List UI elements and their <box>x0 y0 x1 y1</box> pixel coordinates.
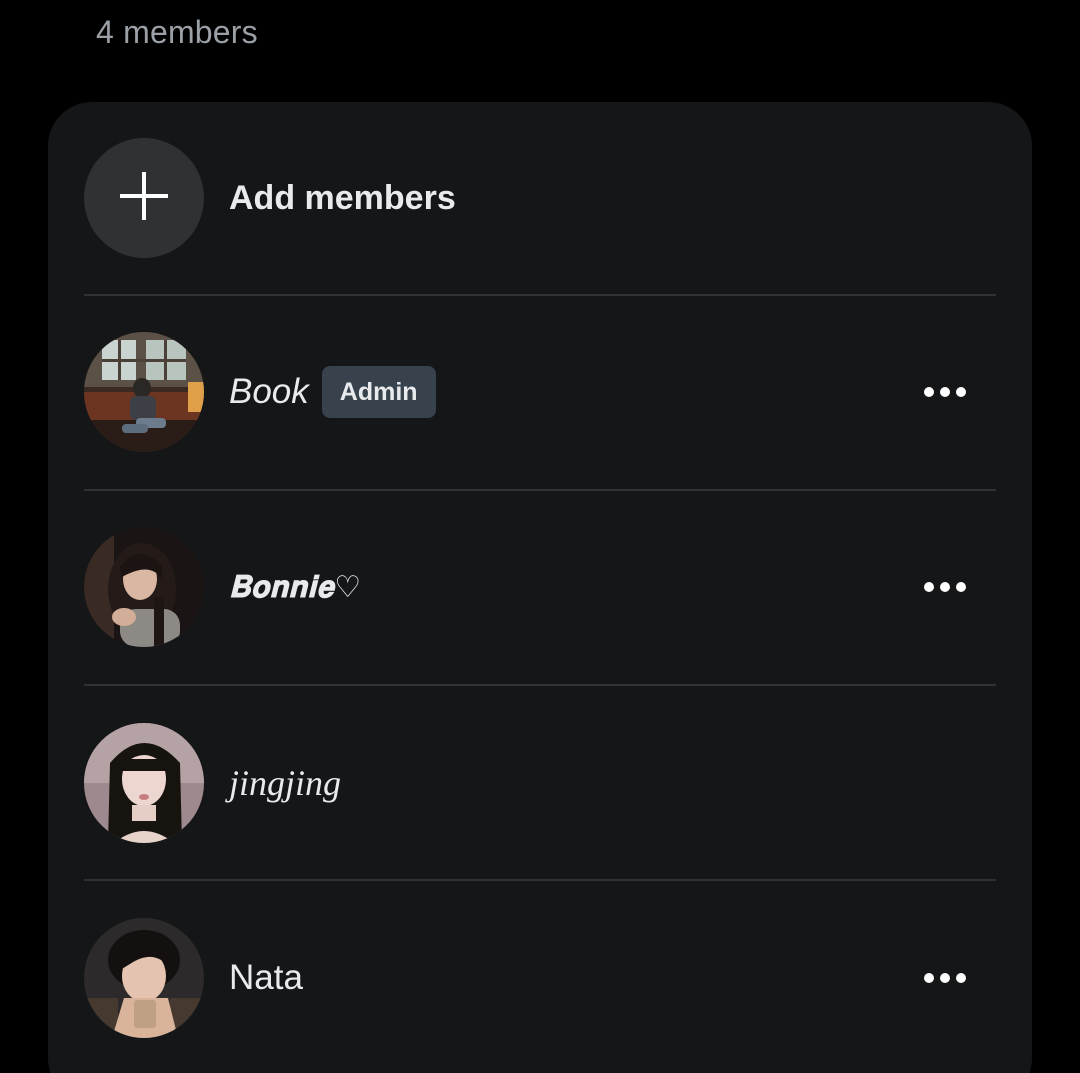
divider <box>84 294 996 296</box>
member-count-label: 4 members <box>96 14 258 50</box>
plus-icon <box>119 171 169 226</box>
avatar[interactable] <box>84 723 204 843</box>
divider <box>84 879 996 881</box>
add-members-label: Add members <box>229 178 456 217</box>
dot <box>956 973 966 983</box>
dot <box>940 582 950 592</box>
more-horizontal-icon[interactable] <box>924 582 966 592</box>
dot <box>924 582 934 592</box>
member-row-bonnie[interactable]: 𝐁𝐨𝐧𝐧𝐢𝐞♡ <box>84 527 996 647</box>
divider <box>84 684 996 686</box>
member-row-jingjing[interactable]: jingjing <box>84 723 996 843</box>
member-name: Nata <box>229 958 303 997</box>
member-name: Book <box>229 372 309 411</box>
dot <box>956 387 966 397</box>
dot <box>940 387 950 397</box>
add-members-button[interactable]: Add members <box>84 138 996 258</box>
members-card: Add members Book Admin 𝐁𝐨𝐧𝐧𝐢𝐞♡ jingjing … <box>48 102 1032 1073</box>
more-horizontal-icon[interactable] <box>924 973 966 983</box>
dot <box>956 582 966 592</box>
avatar[interactable] <box>84 918 204 1038</box>
member-row-nata[interactable]: Nata <box>84 918 996 1038</box>
member-name: 𝐁𝐨𝐧𝐧𝐢𝐞♡ <box>229 569 362 605</box>
member-row-book[interactable]: Book Admin <box>84 332 996 452</box>
divider <box>84 489 996 491</box>
more-horizontal-icon[interactable] <box>924 387 966 397</box>
group-members-screen: 4 members Add members Book Admin 𝐁𝐨𝐧𝐧𝐢𝐞♡… <box>0 0 1080 1073</box>
admin-badge: Admin <box>321 366 436 418</box>
avatar[interactable] <box>84 527 204 647</box>
avatar[interactable] <box>84 332 204 452</box>
member-name: jingjing <box>229 763 342 803</box>
add-members-circle <box>84 138 204 258</box>
dot <box>940 973 950 983</box>
dot <box>924 387 934 397</box>
dot <box>924 973 934 983</box>
